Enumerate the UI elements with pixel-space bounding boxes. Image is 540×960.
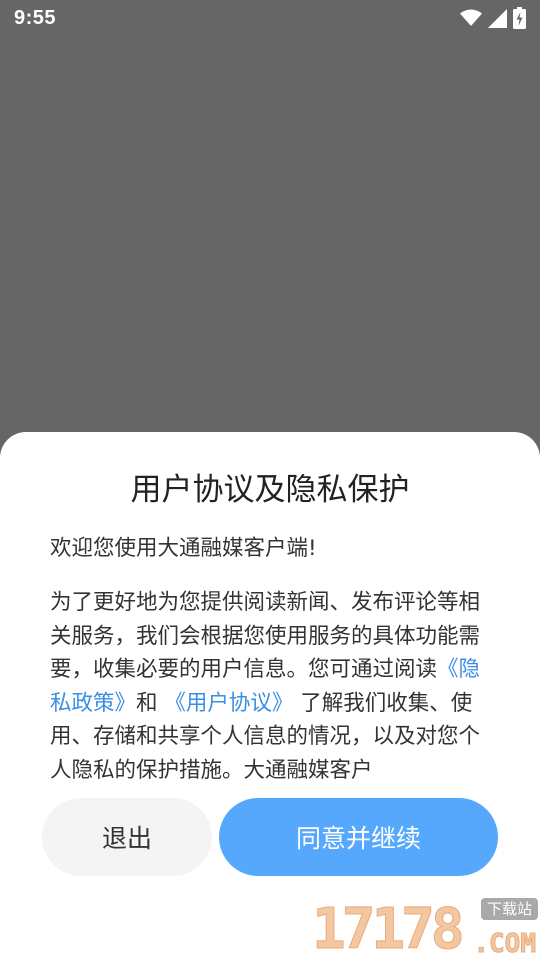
watermark-number: 17178 (312, 897, 466, 960)
watermark-logo: 17178 下载站 .COM (312, 898, 538, 960)
greeting-text: 欢迎您使用大通融媒客户端! (50, 536, 317, 561)
watermark-badge: 下载站 (480, 898, 538, 920)
dialog-content[interactable]: 欢迎您使用大通融媒客户端! 为了更好地为您提供阅读新闻、发布评论等相关服务，我们… (50, 532, 500, 792)
watermark-domain: .COM (473, 929, 537, 959)
status-time: 9:55 (14, 6, 57, 29)
status-icons (460, 7, 526, 29)
wifi-icon (460, 9, 482, 27)
and-text: 和 (136, 690, 158, 716)
signal-icon (488, 8, 507, 28)
privacy-dialog: 用户协议及隐私保护 欢迎您使用大通融媒客户端! 为了更好地为您提供阅读新闻、发布… (0, 432, 540, 960)
body-text-part1: 为了更好地为您提供阅读新闻、发布评论等相关服务，我们会根据您使用服务的具体功能需… (50, 590, 481, 683)
status-bar: 9:55 (0, 0, 540, 36)
exit-button[interactable]: 退出 (42, 798, 212, 876)
body-text: 为了更好地为您提供阅读新闻、发布评论等相关服务，我们会根据您使用服务的具体功能需… (50, 586, 500, 788)
agree-continue-button[interactable]: 同意并继续 (219, 798, 498, 876)
dialog-title: 用户协议及隐私保护 (130, 472, 410, 508)
user-agreement-link[interactable]: 《用户协议》 (158, 691, 293, 716)
battery-charging-icon (513, 7, 526, 29)
